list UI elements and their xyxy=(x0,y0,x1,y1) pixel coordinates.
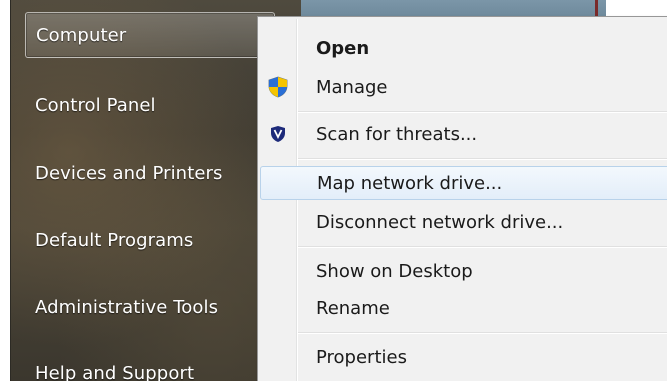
start-item-label: Devices and Printers xyxy=(35,162,223,184)
empty-icon-slot xyxy=(261,166,297,200)
screenshot-stage: Computer Control Panel Devices and Print… xyxy=(0,0,667,381)
antivirus-shield-icon xyxy=(260,117,296,151)
start-item-default-programs[interactable]: Default Programs xyxy=(25,217,275,263)
background-window-strip xyxy=(286,0,606,16)
start-item-help-and-support[interactable]: Help and Support xyxy=(25,350,275,381)
empty-icon-slot xyxy=(260,31,296,65)
menu-item-label: Map network drive... xyxy=(317,172,503,194)
start-item-label: Administrative Tools xyxy=(35,296,219,318)
menu-item-label: Rename xyxy=(316,297,390,319)
menu-item-label: Show on Desktop xyxy=(316,260,473,282)
menu-item-label: Open xyxy=(316,37,370,59)
menu-item-disconnect-network-drive[interactable]: Disconnect network drive... xyxy=(260,205,667,239)
menu-item-map-network-drive[interactable]: Map network drive... xyxy=(260,166,667,200)
start-item-label: Help and Support xyxy=(35,362,195,381)
menu-item-show-on-desktop[interactable]: Show on Desktop xyxy=(260,254,667,288)
background-window-accent xyxy=(595,0,598,16)
menu-item-open[interactable]: Open xyxy=(260,31,667,65)
menu-separator xyxy=(298,111,667,113)
menu-item-label: Manage xyxy=(316,76,388,98)
start-item-devices-and-printers[interactable]: Devices and Printers xyxy=(25,150,275,196)
start-item-label: Control Panel xyxy=(35,94,156,116)
menu-separator xyxy=(298,246,667,248)
menu-separator xyxy=(298,158,667,160)
menu-separator xyxy=(298,332,667,334)
menu-item-label: Scan for threats... xyxy=(316,123,478,145)
menu-item-properties[interactable]: Properties xyxy=(260,340,667,374)
start-item-control-panel[interactable]: Control Panel xyxy=(25,82,275,128)
uac-shield-icon xyxy=(260,70,296,104)
menu-item-manage[interactable]: Manage xyxy=(260,70,667,104)
start-item-computer[interactable]: Computer xyxy=(25,12,275,58)
menu-item-rename[interactable]: Rename xyxy=(260,291,667,325)
menu-item-label: Disconnect network drive... xyxy=(316,211,564,233)
empty-icon-slot xyxy=(260,291,296,325)
menu-item-scan-for-threats[interactable]: Scan for threats... xyxy=(260,117,667,151)
empty-icon-slot xyxy=(260,205,296,239)
empty-icon-slot xyxy=(260,340,296,374)
start-item-administrative-tools[interactable]: Administrative Tools xyxy=(25,284,275,330)
start-item-label: Computer xyxy=(36,24,127,46)
menu-item-label: Properties xyxy=(316,346,407,368)
start-item-label: Default Programs xyxy=(35,229,194,251)
context-menu: Open Manage Scan for threats... Map netw… xyxy=(257,16,667,381)
empty-icon-slot xyxy=(260,254,296,288)
